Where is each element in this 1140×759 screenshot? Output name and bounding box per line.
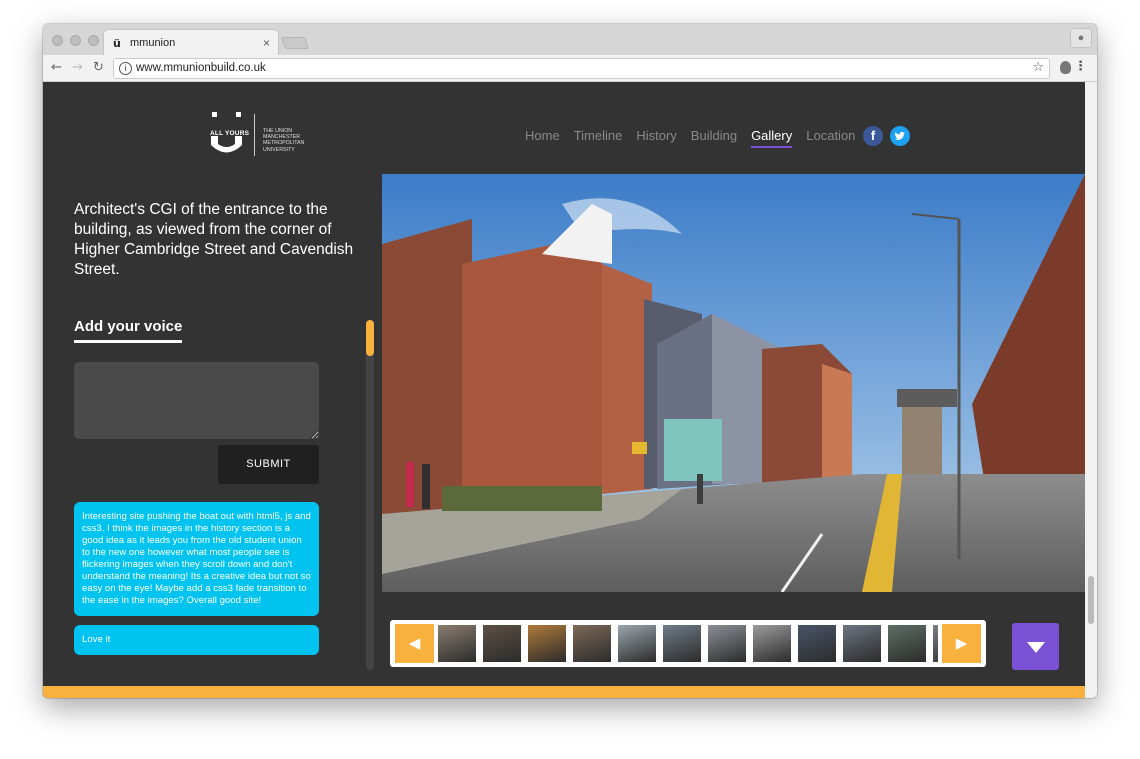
gallery-prev-button[interactable]: ◀ [395, 624, 434, 663]
facebook-icon[interactable]: f [863, 126, 883, 146]
add-voice-heading: Add your voice [74, 318, 183, 343]
gallery-thumbnail[interactable] [888, 625, 926, 662]
back-arrow-icon[interactable]: ← [51, 60, 62, 75]
nav-item-history[interactable]: History [636, 128, 676, 148]
tab-title: mmunion [130, 37, 176, 49]
page-scrollbar-thumb[interactable] [1088, 576, 1094, 624]
window-controls [52, 35, 99, 46]
site-logo[interactable]: ALL YOURS THE UNION MANCHESTER METROPOLI… [210, 112, 314, 160]
gallery-caption: Architect's CGI of the entrance to the b… [74, 201, 354, 278]
gallery-thumbnail[interactable] [618, 625, 656, 662]
comments-scrollbar[interactable] [366, 320, 374, 670]
gallery-thumbnail[interactable] [438, 625, 476, 662]
comment-item: Love it [74, 625, 319, 655]
nav-item-home[interactable]: Home [525, 128, 560, 148]
comment-item: Interesting site pushing the boat out wi… [74, 502, 319, 616]
gallery-thumbnail[interactable] [483, 625, 521, 662]
gallery-next-button[interactable]: ▶ [942, 624, 981, 663]
logo-divider [254, 114, 255, 156]
gallery-thumbnail[interactable] [528, 625, 566, 662]
gallery-thumbnail[interactable] [798, 625, 836, 662]
kebab-menu-icon[interactable]: ⋮ [1074, 59, 1087, 74]
new-tab-button[interactable] [280, 37, 310, 49]
comments-list[interactable]: Interesting site pushing the boat out wi… [74, 502, 319, 670]
close-window-button[interactable] [52, 35, 63, 46]
nav-item-building[interactable]: Building [691, 128, 737, 148]
logo-tagline: ALL YOURS [210, 130, 250, 137]
profile-icon[interactable]: ● [1070, 28, 1092, 48]
minimize-window-button[interactable] [70, 35, 81, 46]
info-icon[interactable]: i [119, 62, 132, 75]
social-links: f [863, 126, 910, 146]
bookmark-star-icon[interactable]: ☆ [1032, 60, 1044, 75]
voice-input[interactable] [74, 362, 319, 439]
gallery-thumbnail[interactable] [573, 625, 611, 662]
main-nav: Home Timeline History Building Gallery L… [525, 128, 855, 148]
browser-toolbar: ← → ↻ i www.mmunionbuild.co.uk ☆ ⋮ [43, 55, 1097, 82]
gallery-thumbnail[interactable] [843, 625, 881, 662]
thumbnail-list [438, 625, 938, 662]
browser-tab[interactable]: ü mmunion × [103, 29, 279, 56]
tab-close-icon[interactable]: × [263, 36, 270, 50]
gallery-thumbnail[interactable] [753, 625, 791, 662]
address-bar[interactable]: i www.mmunionbuild.co.uk ☆ [113, 58, 1050, 79]
reload-icon[interactable]: ↻ [93, 60, 104, 75]
tab-strip: ü mmunion × ● [43, 24, 1097, 56]
scroll-down-button[interactable] [1012, 623, 1059, 670]
gallery-thumbnail[interactable] [663, 625, 701, 662]
footer-accent-bar [43, 686, 1085, 698]
logo-org-text: THE UNION MANCHESTER METROPOLITAN UNIVER… [263, 128, 305, 153]
comments-scrollbar-thumb[interactable] [366, 320, 374, 356]
url-text[interactable]: www.mmunionbuild.co.uk [136, 62, 266, 74]
nav-item-gallery[interactable]: Gallery [751, 128, 793, 148]
smiley-favicon-icon: ü [113, 37, 121, 50]
gallery-thumbnail[interactable] [933, 625, 938, 662]
extension-icon[interactable] [1060, 61, 1071, 74]
page-viewport: ALL YOURS THE UNION MANCHESTER METROPOLI… [43, 82, 1085, 698]
forward-arrow-icon[interactable]: → [72, 60, 83, 75]
gallery-thumbnail[interactable] [708, 625, 746, 662]
gallery-main-photo [382, 174, 1085, 592]
maximize-window-button[interactable] [88, 35, 99, 46]
page-scrollbar[interactable] [1085, 82, 1097, 698]
submit-button[interactable]: SUBMIT [218, 445, 319, 484]
twitter-icon[interactable] [890, 126, 910, 146]
nav-item-location[interactable]: Location [806, 128, 855, 148]
nav-item-timeline[interactable]: Timeline [574, 128, 623, 148]
gallery-thumbnail-strip: ◀ ▶ [390, 620, 986, 667]
browser-window: ü mmunion × ● ← → ↻ i www.mmunionbuild.c… [43, 24, 1097, 698]
